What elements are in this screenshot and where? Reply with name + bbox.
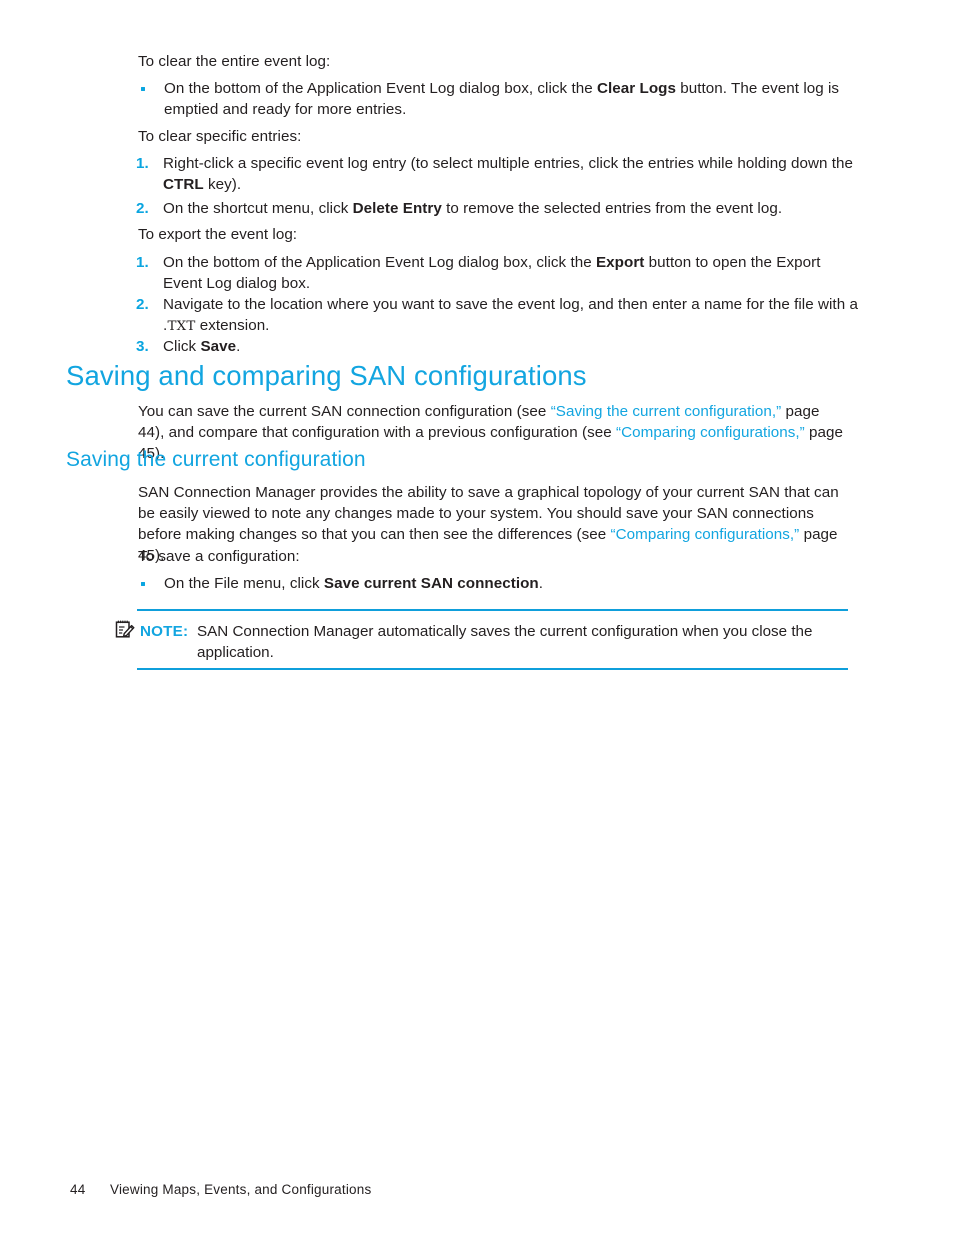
text-fragment: Click <box>163 338 201 355</box>
file-extension-literal: .TXT <box>163 319 196 334</box>
ui-label-ctrl: CTRL <box>163 176 204 193</box>
ui-label-save-current-san-connection: Save current SAN connection <box>323 575 539 592</box>
list-item-click-save: Click Save. <box>163 336 863 357</box>
note-rule-bottom <box>137 668 848 670</box>
lead-clear-specific-entries: To clear specific entries: <box>138 128 302 145</box>
list-marker: 2. <box>136 296 149 313</box>
cross-reference-link[interactable]: “Saving the current configuration,” <box>551 403 782 420</box>
list-item-export-button: On the bottom of the Application Event L… <box>163 252 863 294</box>
text-fragment: key). <box>203 176 242 193</box>
cross-reference-link[interactable]: “Comparing configurations,” <box>616 424 805 441</box>
note-pencil-icon <box>115 619 135 639</box>
text-fragment: On the File menu, click <box>164 575 324 592</box>
text-fragment: On the shortcut menu, click <box>163 200 353 217</box>
ui-label-clear-logs: Clear Logs <box>597 80 676 97</box>
footer-page-number: 44 <box>70 1182 86 1197</box>
list-item-clear-logs: On the bottom of the Application Event L… <box>164 78 858 120</box>
list-marker: 1. <box>136 254 149 271</box>
text-fragment: On the bottom of the Application Event L… <box>164 80 597 97</box>
ui-label-save: Save <box>200 338 237 355</box>
ui-label-export: Export <box>596 254 645 271</box>
list-marker: 1. <box>136 155 149 172</box>
lead-export-event-log: To export the event log: <box>138 226 298 243</box>
text-fragment: to remove the selected entries from the … <box>441 200 783 217</box>
text-fragment: You can save the current SAN connection … <box>138 403 551 420</box>
list-item-file-menu-save: On the File menu, click Save current SAN… <box>164 573 858 594</box>
footer-chapter-title: Viewing Maps, Events, and Configurations <box>110 1182 372 1197</box>
text-fragment: Navigate to the location where you want … <box>163 296 858 313</box>
lead-clear-entire-log: To clear the entire event log: <box>138 53 331 70</box>
text-fragment: extension. <box>195 317 270 334</box>
document-page: To clear the entire event log: On the bo… <box>0 0 954 1235</box>
text-fragment: On the bottom of the Application Event L… <box>163 254 596 271</box>
text-fragment: . <box>538 575 544 592</box>
list-item-right-click-entry: Right-click a specific event log entry (… <box>163 153 863 195</box>
list-marker: 3. <box>136 338 149 355</box>
list-marker: 2. <box>136 200 149 217</box>
list-item-delete-entry: On the shortcut menu, click Delete Entry… <box>163 198 863 219</box>
ui-label-delete-entry: Delete Entry <box>352 200 442 217</box>
note-label: NOTE: <box>140 623 189 640</box>
text-fragment: . <box>236 338 241 355</box>
cross-reference-link[interactable]: “Comparing configurations,” <box>611 526 800 543</box>
lead-save-configuration: To save a configuration: <box>138 548 300 565</box>
section-heading-saving-current: Saving the current configuration <box>66 448 366 471</box>
note-rule-top <box>137 609 848 611</box>
note-body-text: SAN Connection Manager automatically sav… <box>197 623 813 661</box>
page-heading-saving-comparing: Saving and comparing SAN configurations <box>66 360 587 391</box>
list-item-navigate-save: Navigate to the location where you want … <box>163 294 863 337</box>
bullet-icon <box>141 87 145 91</box>
bullet-icon <box>141 582 145 586</box>
text-fragment: Right-click a specific event log entry (… <box>163 155 854 172</box>
